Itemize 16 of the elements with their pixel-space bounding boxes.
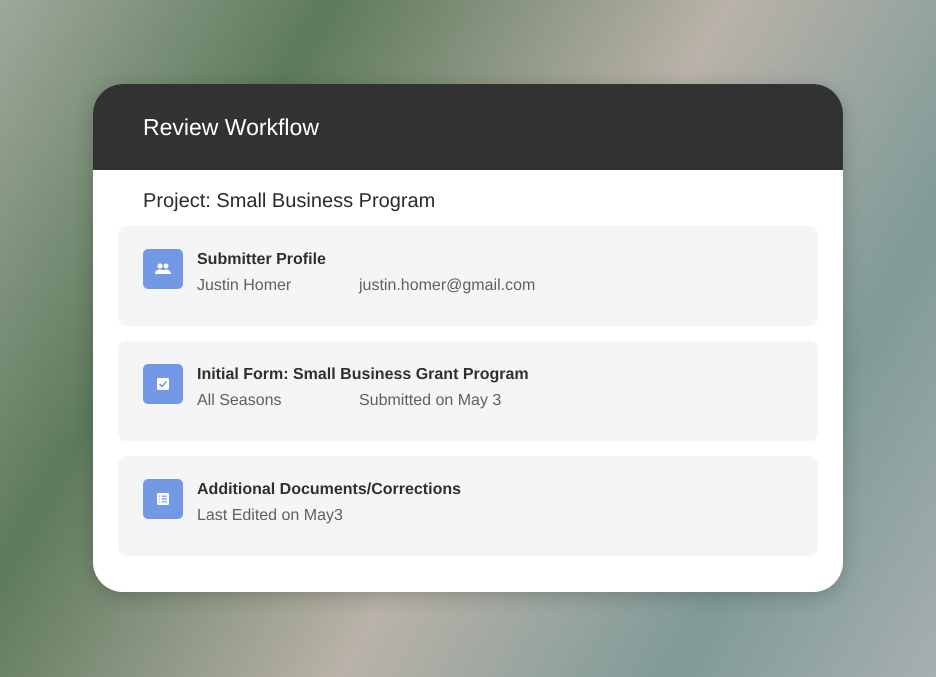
workflow-item[interactable]: Submitter Profile Justin Homer justin.homer@gmail.com xyxy=(118,226,818,326)
checkbox-icon xyxy=(143,364,183,404)
workflow-item[interactable]: Initial Form: Small Business Grant Program All Seasons Submitted on May 3 xyxy=(118,341,818,441)
item-detail: Last Edited on May3 xyxy=(197,507,343,525)
item-detail: Submitted on May 3 xyxy=(359,392,502,410)
item-detail: All Seasons xyxy=(197,392,282,410)
workflow-item[interactable]: Additional Documents/Corrections Last Edited on May3 xyxy=(118,456,818,556)
project-title: Project: Small Business Program xyxy=(142,190,436,213)
item-title: Additional Documents/Corrections xyxy=(197,481,462,499)
item-detail: Justin Homer xyxy=(197,277,292,295)
item-detail: justin.homer@gmail.com xyxy=(359,277,536,295)
people-icon xyxy=(143,249,183,289)
list-icon xyxy=(143,479,183,519)
item-title: Initial Form: Small Business Grant Program xyxy=(197,366,529,384)
item-title: Submitter Profile xyxy=(197,251,327,269)
window-title: Review Workflow xyxy=(143,114,319,140)
